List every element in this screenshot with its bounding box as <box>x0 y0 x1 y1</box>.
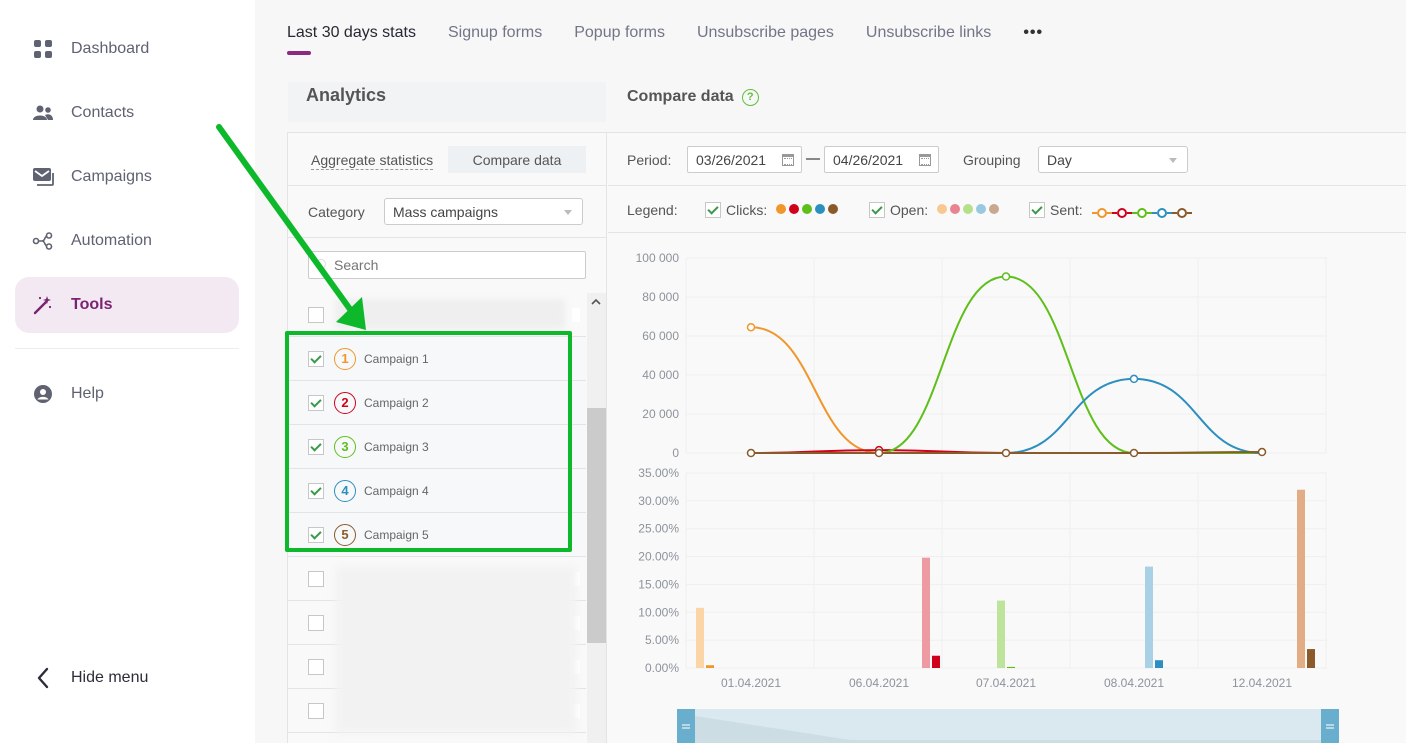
bar-open[interactable] <box>696 607 704 668</box>
line-point[interactable] <box>1257 447 1267 457</box>
bar-clicks[interactable] <box>932 655 940 668</box>
bar-clicks[interactable] <box>706 665 714 668</box>
navigator-right-handle[interactable] <box>1321 709 1339 743</box>
navigator-left-handle[interactable] <box>677 709 695 743</box>
y-tick-label: 5.00% <box>645 633 679 647</box>
line-point[interactable] <box>746 448 756 458</box>
y-tick-label: 25.00% <box>638 522 679 536</box>
bar-open[interactable] <box>1145 566 1153 668</box>
y-tick-label: 0.00% <box>645 661 679 675</box>
x-tick-label: 01.04.2021 <box>721 676 781 690</box>
y-tick-label: 10.00% <box>638 605 679 619</box>
y-tick-label: 15.00% <box>638 577 679 591</box>
chart-navigator <box>677 709 1339 743</box>
y-tick-label: 40 000 <box>642 368 679 382</box>
y-tick-label: 80 000 <box>642 290 679 304</box>
bar-chart-bars <box>696 489 1315 668</box>
y-tick-label: 20.00% <box>638 550 679 564</box>
y-tick-label: 0 <box>672 446 679 460</box>
y-tick-label: 20 000 <box>642 407 679 421</box>
bar-clicks[interactable] <box>1007 666 1015 668</box>
y-tick-label: 30.00% <box>638 494 679 508</box>
x-tick-label: 12.04.2021 <box>1232 676 1292 690</box>
line-point[interactable] <box>1129 448 1139 458</box>
line-point[interactable] <box>1001 272 1011 281</box>
line-point[interactable] <box>1129 374 1139 384</box>
line-series-campaign-4[interactable] <box>751 377 1263 455</box>
line-series-campaign-3[interactable] <box>751 275 1262 455</box>
x-tick-label: 07.04.2021 <box>976 676 1036 690</box>
chart-x-axis: 01.04.2021 06.04.2021 07.04.2021 08.04.2021… <box>721 676 1292 690</box>
line-series-campaign-1[interactable] <box>750 326 1262 455</box>
bar-clicks[interactable] <box>1155 660 1163 668</box>
x-tick-label: 08.04.2021 <box>1104 676 1164 690</box>
bar-open[interactable] <box>1297 489 1305 668</box>
bar-chart-y-axis: 0.00% 5.00% 10.00% 15.00% 20.00% 25.00% 30.00%… <box>638 466 679 675</box>
bar-open[interactable] <box>922 557 930 668</box>
y-tick-label: 100 000 <box>636 251 680 265</box>
line-chart-y-axis: 0 20 000 40 000 60 000 80 000 100 000 <box>636 251 680 460</box>
compare-charts: 0 20 000 40 000 60 000 80 000 100 000 0.00% 5.… <box>636 251 1339 743</box>
line-point[interactable] <box>874 448 884 458</box>
x-tick-label: 06.04.2021 <box>849 676 909 690</box>
line-point[interactable] <box>746 322 756 332</box>
line-point[interactable] <box>1001 448 1011 458</box>
bar-open[interactable] <box>997 600 1005 668</box>
line-chart-grid <box>685 257 1327 454</box>
y-tick-label: 60 000 <box>642 329 679 343</box>
bar-chart-grid <box>685 472 1327 669</box>
bar-clicks[interactable] <box>1307 649 1315 668</box>
y-tick-label: 35.00% <box>638 466 679 480</box>
line-chart-series <box>746 272 1267 458</box>
